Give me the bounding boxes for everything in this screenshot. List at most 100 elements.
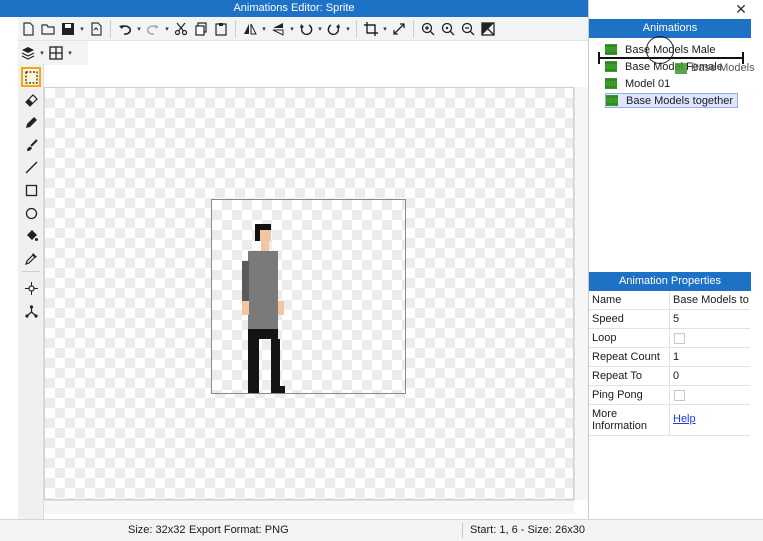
status-separator xyxy=(462,523,463,538)
sprite-pants-top xyxy=(248,329,278,339)
secondary-toolbar: ▾ ▾ xyxy=(18,41,88,65)
animation-item-label: Base Models together xyxy=(626,94,734,107)
grid-dropdown-icon[interactable]: ▾ xyxy=(66,43,74,63)
property-divider xyxy=(669,386,670,404)
property-label: Loop xyxy=(592,332,617,344)
tool-palette xyxy=(18,64,44,519)
ping-pong-checkbox[interactable] xyxy=(674,390,685,401)
name-field[interactable]: Base Models tog xyxy=(673,294,749,306)
help-link[interactable]: Help xyxy=(673,413,696,425)
redo-dropdown-icon[interactable]: ▾ xyxy=(163,19,171,39)
property-divider xyxy=(669,405,670,435)
property-row-loop: Loop xyxy=(589,329,750,348)
film-strip-icon xyxy=(675,62,687,74)
fit-screen-icon[interactable] xyxy=(478,19,498,39)
layers-icon[interactable] xyxy=(18,43,38,63)
zoom-in-icon[interactable] xyxy=(418,19,438,39)
property-label: Repeat To xyxy=(592,370,642,382)
animations-panel-header: Animations xyxy=(589,19,751,38)
rectangle-icon[interactable] xyxy=(21,180,41,200)
resize-icon[interactable] xyxy=(389,19,409,39)
sprite-leg-right xyxy=(271,339,280,386)
property-label: Repeat Count xyxy=(592,351,660,363)
toolbar-separator xyxy=(110,19,111,38)
sprite-foot-left xyxy=(248,386,259,393)
sprite-arm-left-skin xyxy=(242,301,249,315)
grid-icon[interactable] xyxy=(46,43,66,63)
eyedropper-icon[interactable] xyxy=(21,248,41,268)
toolbar-separator xyxy=(235,19,236,38)
main-toolbar: ▾ ▾ ▾ ▾ ▾ ▾ ▾ ▾ xyxy=(18,17,588,41)
sprite-shirt-shade xyxy=(242,261,249,301)
property-label: Name xyxy=(592,294,622,306)
animation-item[interactable]: Model 01 xyxy=(605,76,670,91)
bone-icon[interactable] xyxy=(21,301,41,321)
rotate-left-icon[interactable] xyxy=(296,19,316,39)
property-row-more-info: More Information Help xyxy=(589,405,750,436)
rotate-left-dropdown-icon[interactable]: ▾ xyxy=(316,19,324,39)
animation-item-label: Model 01 xyxy=(625,77,671,90)
rotate-right-dropdown-icon[interactable]: ▾ xyxy=(344,19,352,39)
close-icon[interactable]: ✕ xyxy=(734,2,748,16)
cut-icon[interactable] xyxy=(171,19,191,39)
brush-icon[interactable] xyxy=(21,135,41,155)
layers-dropdown-icon[interactable]: ▾ xyxy=(38,43,46,63)
film-strip-icon xyxy=(605,44,617,55)
window-title: Animations Editor: Sprite xyxy=(0,0,588,17)
drag-ghost-label: Base Models xyxy=(691,62,755,74)
line-icon[interactable] xyxy=(21,157,41,177)
export-icon[interactable] xyxy=(86,19,106,39)
drop-insertion-marker-right xyxy=(742,52,744,64)
copy-icon[interactable] xyxy=(191,19,211,39)
property-divider xyxy=(669,291,670,309)
loop-checkbox[interactable] xyxy=(674,333,685,344)
film-strip-icon xyxy=(606,95,618,106)
pencil-icon[interactable] xyxy=(21,112,41,132)
property-label: More Information xyxy=(592,408,648,432)
repeat-to-field[interactable]: 0 xyxy=(673,370,749,382)
property-divider xyxy=(669,367,670,385)
eraser-icon[interactable] xyxy=(21,90,41,110)
crop-dropdown-icon[interactable]: ▾ xyxy=(381,19,389,39)
drop-insertion-marker-left xyxy=(598,52,600,64)
ellipse-icon[interactable] xyxy=(21,203,41,223)
move-point-icon[interactable] xyxy=(21,278,41,298)
flip-dropdown-icon[interactable]: ▾ xyxy=(260,19,268,39)
sprite-arm-right-skin xyxy=(278,301,284,315)
property-row-repeat-to: Repeat To 0 xyxy=(589,367,750,386)
flip-horizontal-icon[interactable] xyxy=(240,19,260,39)
flip-vertical-icon[interactable] xyxy=(268,19,288,39)
animation-item-selected[interactable]: Base Models together xyxy=(605,93,739,108)
new-file-icon[interactable] xyxy=(18,19,38,39)
speed-field[interactable]: 5 xyxy=(673,313,749,325)
property-row-repeat-count: Repeat Count 1 xyxy=(589,348,750,367)
save-dropdown-icon[interactable]: ▾ xyxy=(78,19,86,39)
toolbar-separator xyxy=(413,19,414,38)
redo-icon[interactable] xyxy=(143,19,163,39)
sprite-frame[interactable] xyxy=(211,199,406,394)
zoom-actual-icon[interactable] xyxy=(438,19,458,39)
film-strip-icon xyxy=(605,61,617,72)
fill-bucket-icon[interactable] xyxy=(21,225,41,245)
sprite-leg-left xyxy=(248,339,259,386)
crop-icon[interactable] xyxy=(361,19,381,39)
save-icon[interactable] xyxy=(58,19,78,39)
undo-dropdown-icon[interactable]: ▾ xyxy=(135,19,143,39)
rectangle-select-icon[interactable] xyxy=(21,67,41,87)
repeat-count-field[interactable]: 1 xyxy=(673,351,749,363)
property-row-name: Name Base Models tog xyxy=(589,291,750,310)
rotate-right-icon[interactable] xyxy=(324,19,344,39)
property-row-speed: Speed 5 xyxy=(589,310,750,329)
vertical-scrollbar[interactable] xyxy=(574,87,588,500)
property-divider xyxy=(669,329,670,347)
open-folder-icon[interactable] xyxy=(38,19,58,39)
status-image-size: Size: 32x32 xyxy=(128,524,186,536)
tool-separator xyxy=(22,271,40,272)
flip-vertical-dropdown-icon[interactable]: ▾ xyxy=(288,19,296,39)
zoom-out-icon[interactable] xyxy=(458,19,478,39)
undo-icon[interactable] xyxy=(115,19,135,39)
paste-icon[interactable] xyxy=(211,19,231,39)
property-row-ping-pong: Ping Pong xyxy=(589,386,750,405)
horizontal-scrollbar[interactable] xyxy=(44,500,574,514)
toolbar-separator xyxy=(356,19,357,38)
